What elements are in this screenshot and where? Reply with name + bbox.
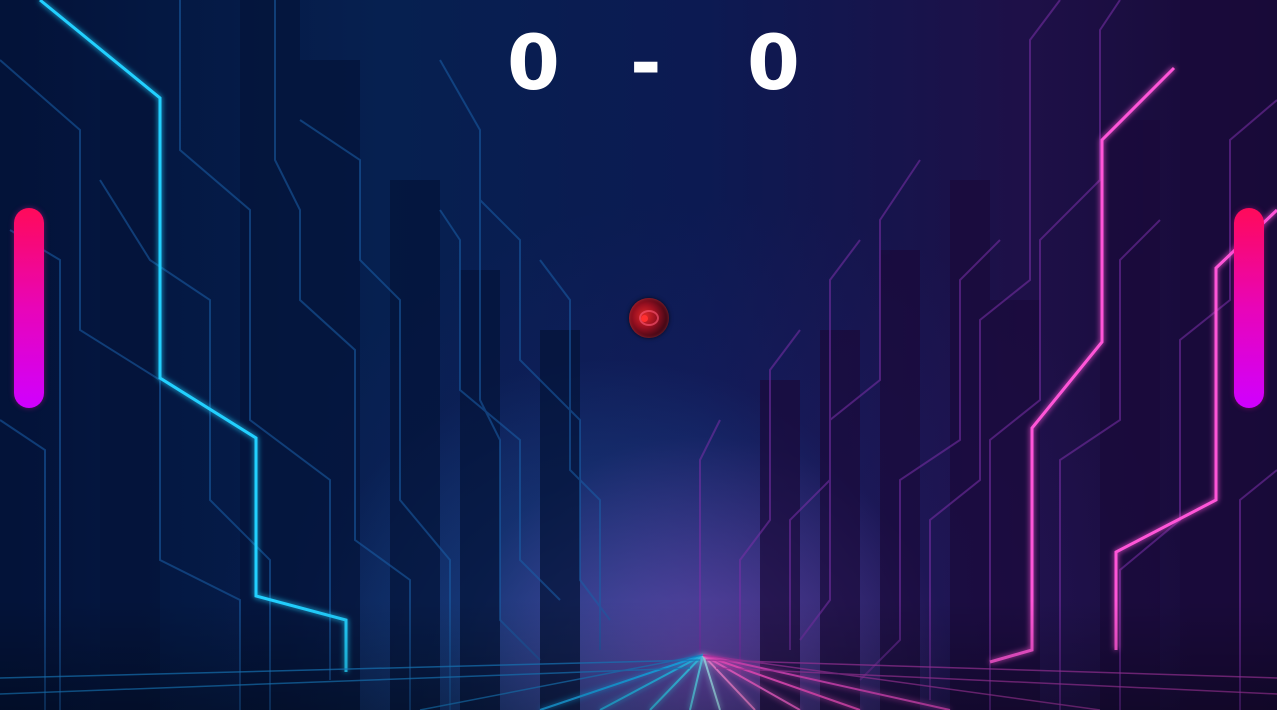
left-paddle[interactable] [14,208,44,408]
ball-core-dot [641,315,648,322]
scoreboard: 0 - 0 [0,18,1277,108]
left-player-score: 0 [507,18,560,107]
right-player-score: 0 [747,18,800,107]
right-paddle[interactable] [1234,208,1264,408]
red-orb-ball-icon [629,298,669,338]
score-separator: - [630,18,662,107]
game-stage[interactable]: 0 - 0 [0,0,1277,710]
